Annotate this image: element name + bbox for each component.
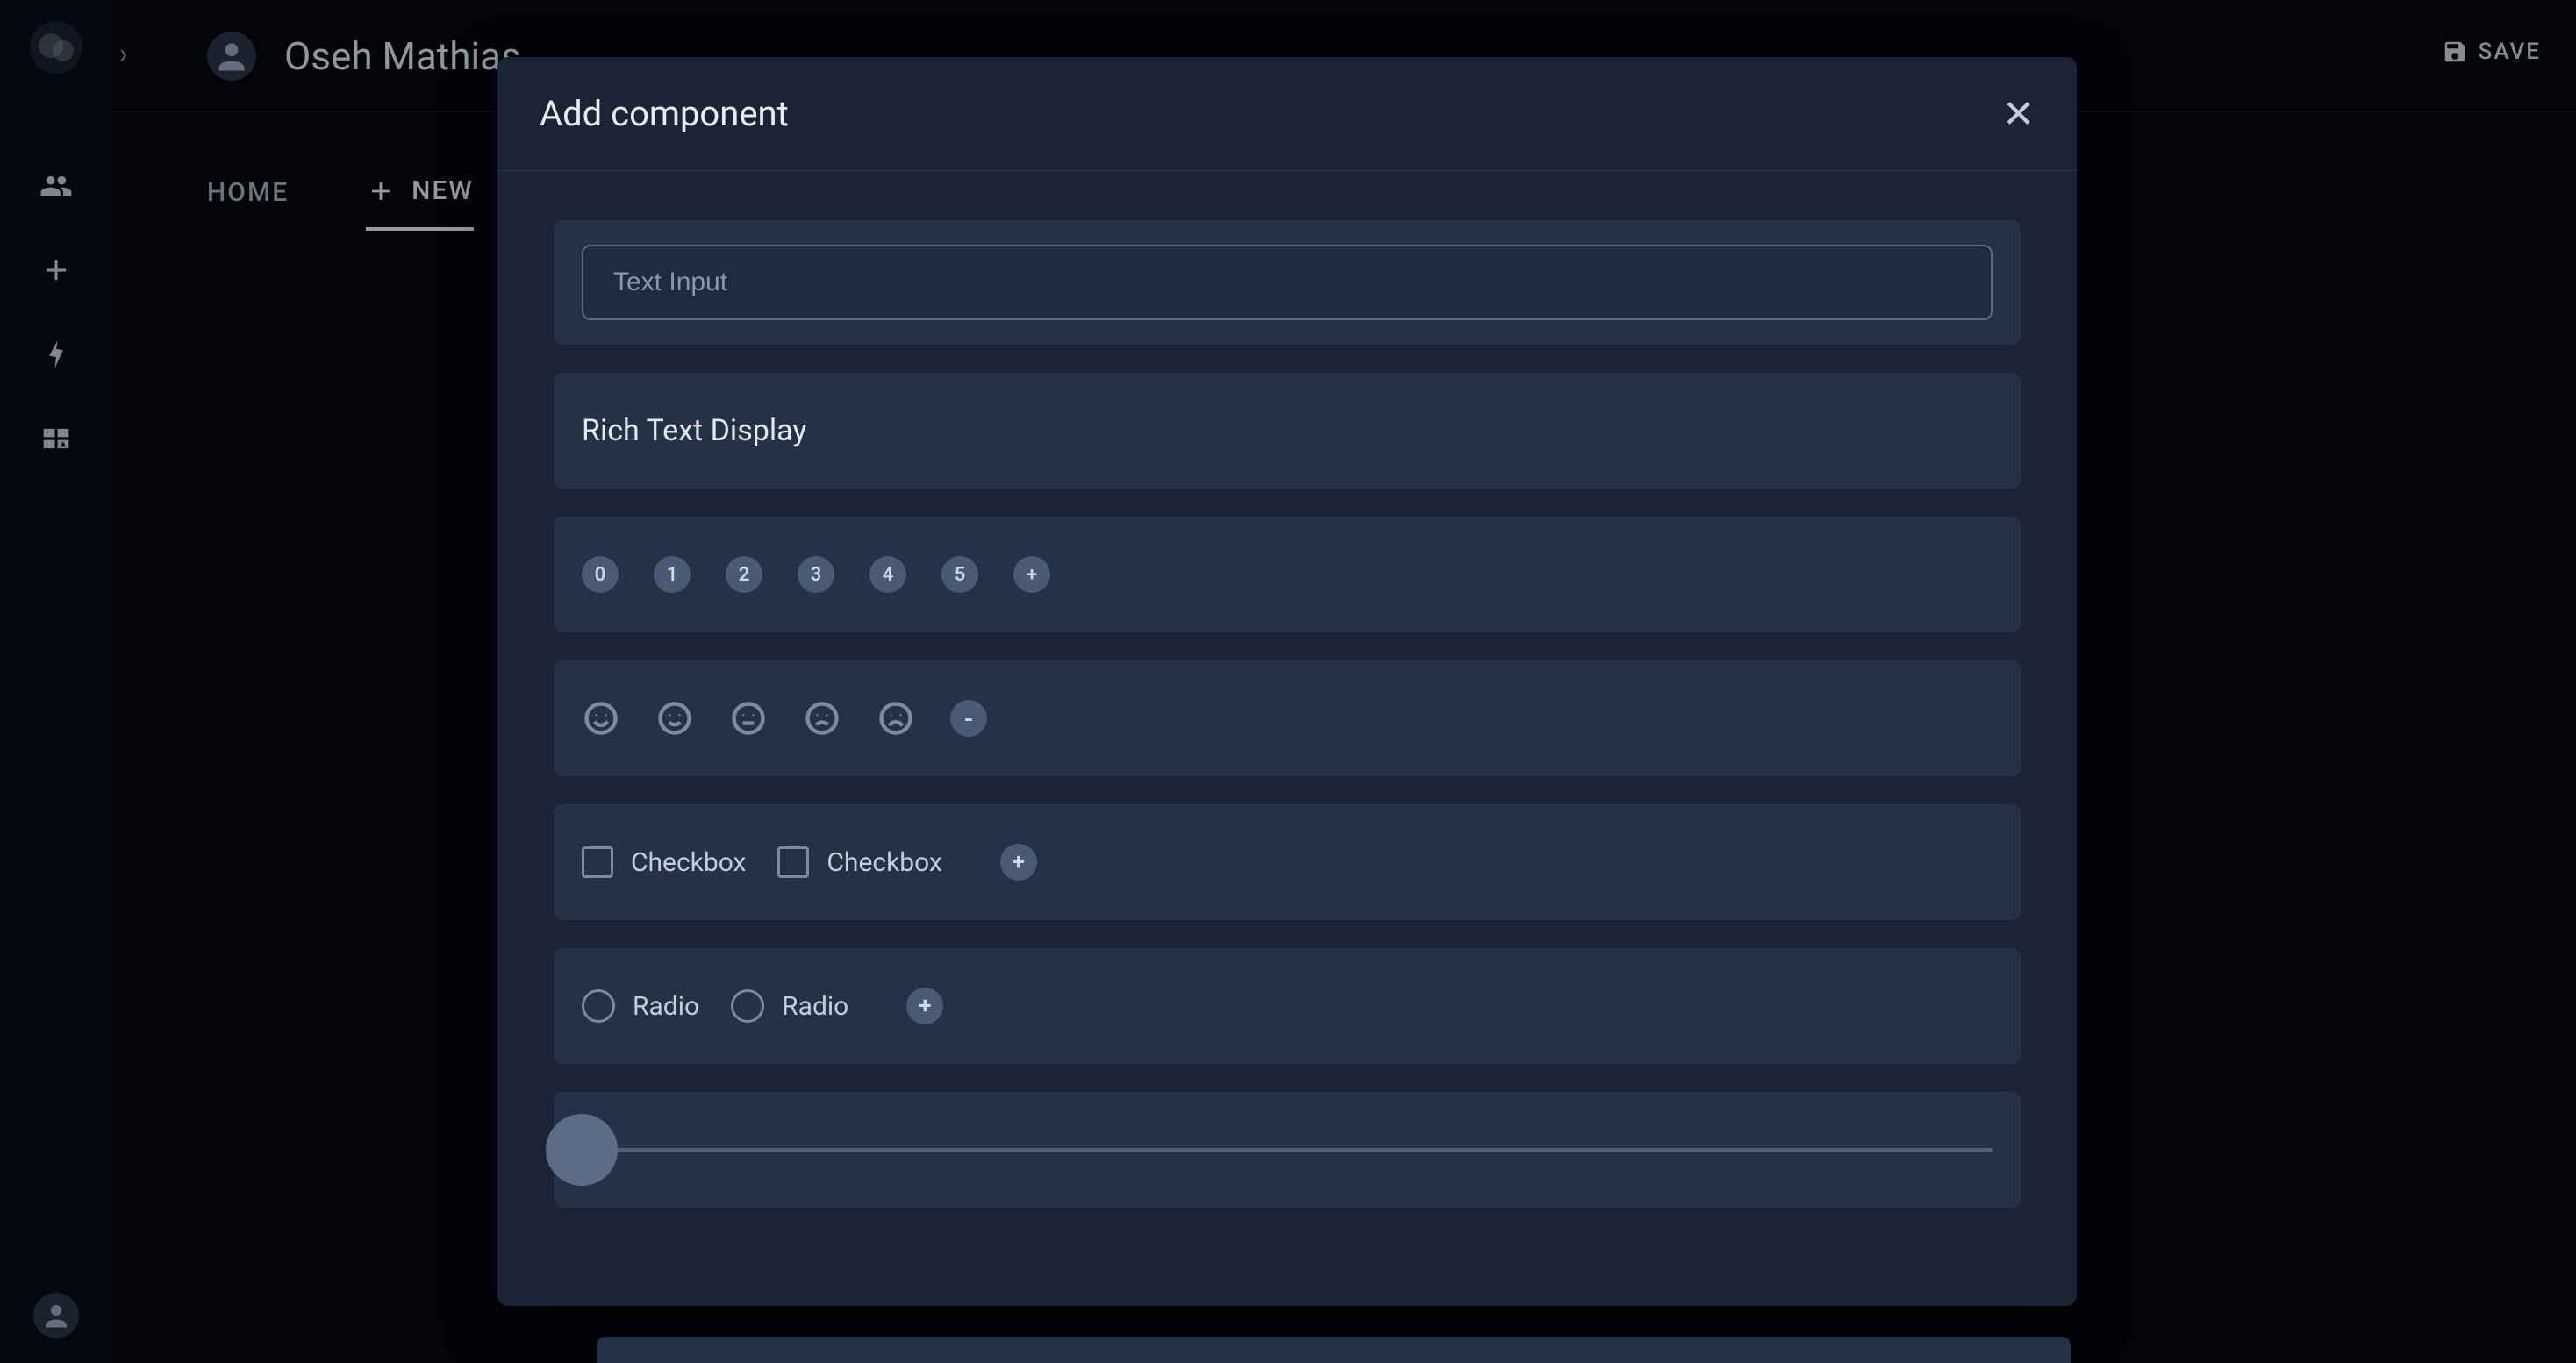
slider-track[interactable] [582, 1148, 1993, 1152]
chip-0[interactable]: 0 [582, 556, 619, 593]
close-icon[interactable]: ✕ [2002, 95, 2035, 133]
face-slight-sad-icon[interactable] [803, 699, 841, 738]
component-number-scale[interactable]: 0 1 2 3 4 5 + [554, 517, 2021, 632]
chip-4[interactable]: 4 [869, 556, 906, 593]
radio-row: Radio Radio + [582, 988, 943, 1024]
chip-2[interactable]: 2 [726, 556, 762, 593]
emoji-row: - [582, 699, 987, 738]
add-component-modal: Add component ✕ Rich Text Display 0 1 2 … [497, 57, 2077, 1306]
component-text-input[interactable] [554, 220, 2021, 345]
rich-text-label: Rich Text Display [582, 413, 806, 448]
component-rich-text[interactable]: Rich Text Display [554, 373, 2021, 489]
checkbox-row: Checkbox Checkbox + [582, 844, 1037, 881]
modal-body: Rich Text Display 0 1 2 3 4 5 + [497, 171, 2077, 1306]
component-radio[interactable]: Radio Radio + [554, 948, 2021, 1064]
radio-option-1[interactable]: Radio [582, 989, 699, 1023]
emoji-remove-button[interactable]: - [950, 700, 987, 737]
number-chip-row: 0 1 2 3 4 5 + [582, 556, 1050, 593]
radio-icon [582, 989, 615, 1023]
checkbox-icon [777, 846, 809, 878]
radio-icon [731, 989, 764, 1023]
checkbox-add-button[interactable]: + [1000, 844, 1037, 881]
face-slight-happy-icon[interactable] [655, 699, 694, 738]
component-checkbox[interactable]: Checkbox Checkbox + [554, 804, 2021, 920]
face-happy-icon[interactable] [582, 699, 620, 738]
component-row-peek [597, 1337, 2071, 1363]
modal-header: Add component ✕ [497, 57, 2077, 171]
checkbox-option-2[interactable]: Checkbox [777, 846, 941, 878]
chip-1[interactable]: 1 [654, 556, 691, 593]
text-input-preview[interactable] [582, 245, 1993, 320]
face-sad-icon[interactable] [877, 699, 915, 738]
component-slider[interactable] [554, 1092, 2021, 1208]
radio-add-button[interactable]: + [906, 988, 943, 1024]
slider-thumb[interactable] [546, 1114, 618, 1186]
checkbox-icon [582, 846, 613, 878]
chip-3[interactable]: 3 [798, 556, 834, 593]
modal-title: Add component [540, 93, 789, 134]
face-neutral-icon[interactable] [729, 699, 768, 738]
component-emoji-scale[interactable]: - [554, 660, 2021, 776]
chip-5[interactable]: 5 [941, 556, 978, 593]
checkbox-option-1[interactable]: Checkbox [582, 846, 746, 878]
radio-option-2[interactable]: Radio [731, 989, 848, 1023]
chip-add[interactable]: + [1013, 556, 1050, 593]
